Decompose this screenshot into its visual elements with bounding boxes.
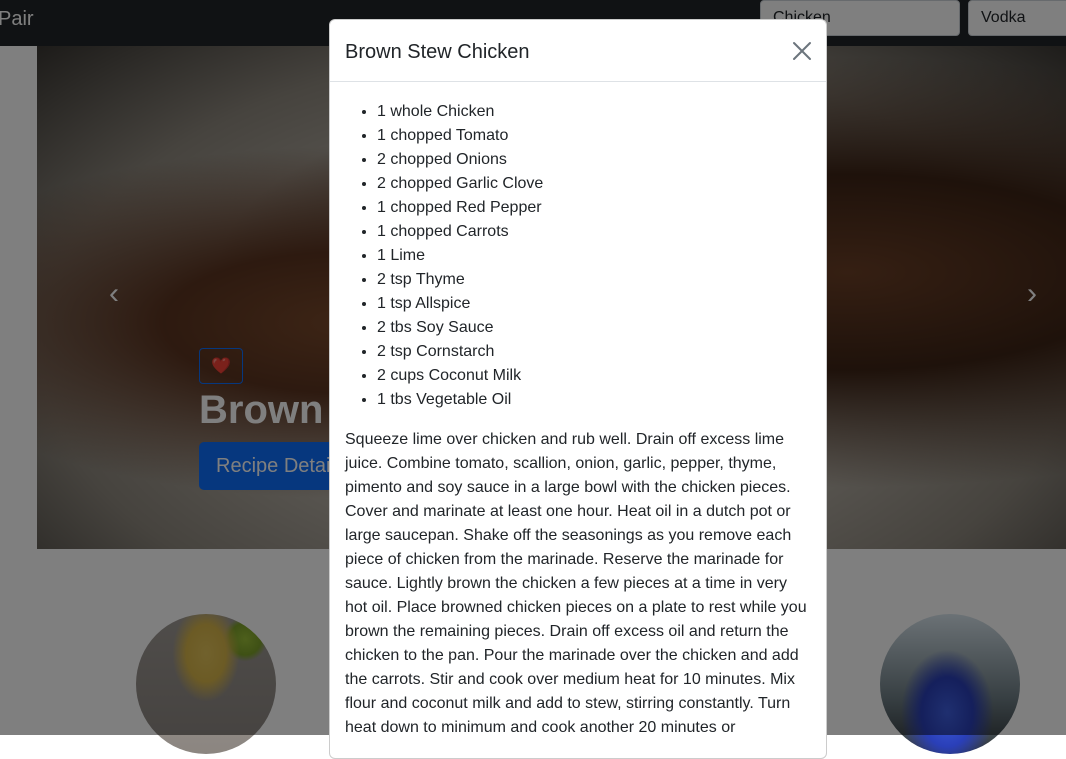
ingredient-list: 1 whole Chicken 1 chopped Tomato 2 chopp… xyxy=(345,100,811,412)
ingredient-item: 1 chopped Red Pepper xyxy=(377,196,811,220)
ingredient-item: 1 chopped Tomato xyxy=(377,124,811,148)
ingredient-item: 1 tsp Allspice xyxy=(377,292,811,316)
modal-body: 1 whole Chicken 1 chopped Tomato 2 chopp… xyxy=(345,100,811,740)
recipe-instructions: Squeeze lime over chicken and rub well. … xyxy=(345,431,807,736)
close-icon xyxy=(793,42,811,60)
close-button[interactable] xyxy=(790,39,814,63)
ingredient-item: 1 chopped Carrots xyxy=(377,220,811,244)
ingredient-item: 2 cups Coconut Milk xyxy=(377,364,811,388)
ingredient-item: 2 tbs Soy Sauce xyxy=(377,316,811,340)
ingredient-item: 2 tsp Thyme xyxy=(377,268,811,292)
modal-header: Brown Stew Chicken xyxy=(330,20,826,82)
ingredient-item: 2 chopped Onions xyxy=(377,148,811,172)
ingredient-item: 1 whole Chicken xyxy=(377,100,811,124)
ingredient-item: 1 Lime xyxy=(377,244,811,268)
ingredient-item: 2 tsp Cornstarch xyxy=(377,340,811,364)
ingredient-item: 1 tbs Vegetable Oil xyxy=(377,388,811,412)
modal-title: Brown Stew Chicken xyxy=(345,41,530,63)
ingredient-item: 2 chopped Garlic Clove xyxy=(377,172,811,196)
recipe-modal: Brown Stew Chicken 1 whole Chicken 1 cho… xyxy=(329,19,827,759)
